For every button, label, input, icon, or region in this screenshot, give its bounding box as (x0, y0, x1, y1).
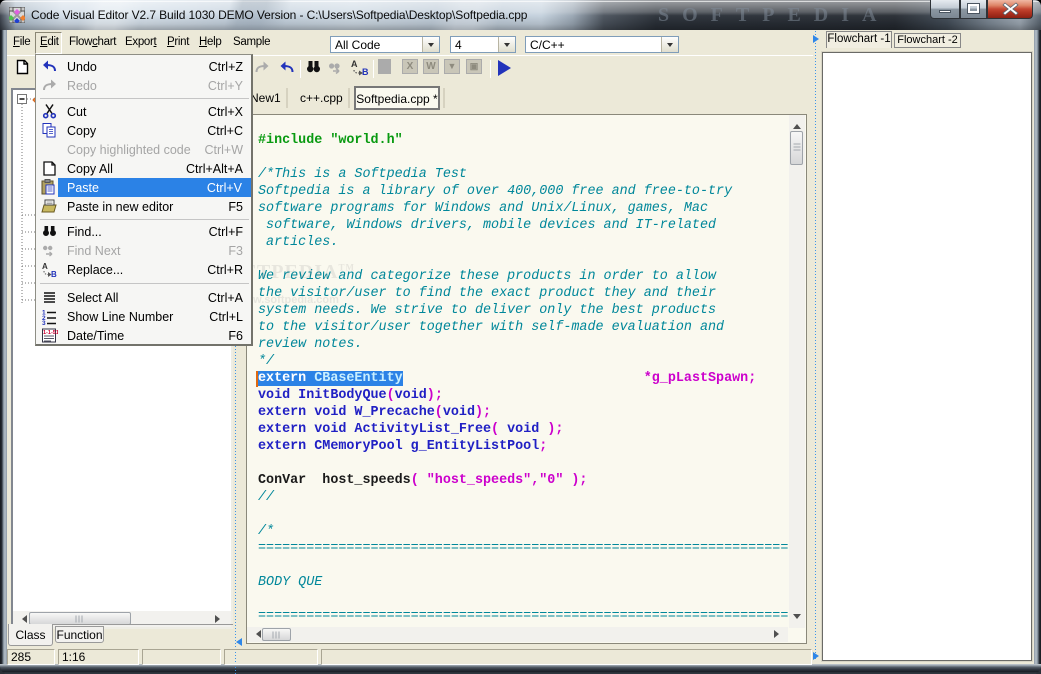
svg-text:A: A (42, 262, 48, 271)
svg-text:B: B (362, 67, 369, 76)
svg-text:B: B (51, 270, 57, 278)
svg-text:A: A (351, 59, 358, 69)
svg-text:3: 3 (42, 320, 46, 325)
svg-text:1-1-51: 1-1-51 (43, 330, 58, 336)
